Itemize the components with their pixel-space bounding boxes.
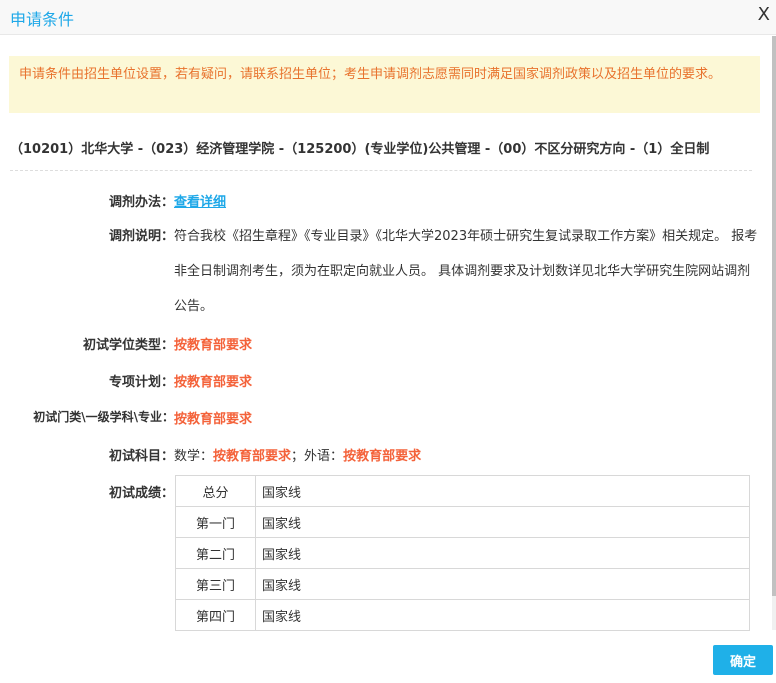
confirm-button[interactable]: 确定 [713, 645, 773, 675]
special-row: 专项计划： 按教育部要求 [0, 371, 760, 390]
major-value: 按教育部要求 [174, 412, 253, 427]
table-row: 总分 国家线 [175, 475, 750, 507]
subjects-label: 初试科目： [108, 449, 174, 464]
method-row: 调剂办法： 查看详细 [0, 191, 760, 210]
lang-value: 按教育部要求 [343, 449, 422, 464]
dialog-title: 申请条件 [10, 10, 75, 29]
table-row: 第四门 国家线 [175, 599, 750, 631]
lang-label: 外语： [304, 449, 344, 464]
major-label: 初试门类\一级学科\专业： [33, 410, 174, 424]
dialog-header: 申请条件 X [0, 0, 776, 35]
major-row: 初试门类\一级学科\专业： 按教育部要求 [0, 408, 760, 427]
subjects-row: 初试科目： 数学：按教育部要求；外语：按教育部要求 [0, 445, 760, 464]
degree-label: 初试学位类型： [82, 338, 174, 353]
score-table: 总分 国家线 第一门 国家线 第二门 国家线 第三门 国家线 第四门 国家线 [175, 475, 750, 631]
notice-box: 申请条件由招生单位设置，若有疑问，请联系招生单位；考生申请调剂志愿需同时满足国家… [9, 56, 760, 113]
table-row: 第一门 国家线 [175, 506, 750, 538]
scrollbar-thumb[interactable] [772, 36, 776, 596]
special-value: 按教育部要求 [174, 375, 253, 390]
table-row: 第二门 国家线 [175, 537, 750, 569]
view-details-link[interactable]: 查看详细 [174, 195, 226, 210]
close-icon[interactable]: X [758, 4, 770, 25]
subject-cell: 第一门 [175, 506, 256, 538]
math-label: 数学： [174, 449, 214, 464]
degree-row: 初试学位类型： 按教育部要求 [0, 334, 760, 353]
degree-value: 按教育部要求 [174, 338, 253, 353]
score-cell: 国家线 [255, 506, 750, 538]
score-cell: 国家线 [255, 475, 750, 507]
score-label: 初试成绩： [108, 486, 174, 501]
program-path: （10201）北华大学 -（023）经济管理学院 -（125200）(专业学位)… [10, 142, 710, 157]
divider [10, 170, 752, 171]
method-label: 调剂办法： [108, 195, 174, 210]
subject-cell: 第三门 [175, 568, 256, 600]
desc-label: 调剂说明： [108, 229, 174, 244]
subject-cell: 第四门 [175, 599, 256, 631]
separator: ； [291, 449, 305, 464]
special-label: 专项计划： [108, 375, 174, 390]
score-cell: 国家线 [255, 537, 750, 569]
math-value: 按教育部要求 [213, 449, 292, 464]
score-cell: 国家线 [255, 568, 750, 600]
table-row: 第三门 国家线 [175, 568, 750, 600]
score-cell: 国家线 [255, 599, 750, 631]
desc-text: 符合我校《招生章程》《专业目录》《北华大学2023年硕士研究生复试录取工作方案》… [174, 229, 758, 314]
subject-cell: 总分 [175, 475, 256, 507]
subject-cell: 第二门 [175, 537, 256, 569]
desc-row: 调剂说明： 符合我校《招生章程》《专业目录》《北华大学2023年硕士研究生复试录… [0, 219, 760, 324]
